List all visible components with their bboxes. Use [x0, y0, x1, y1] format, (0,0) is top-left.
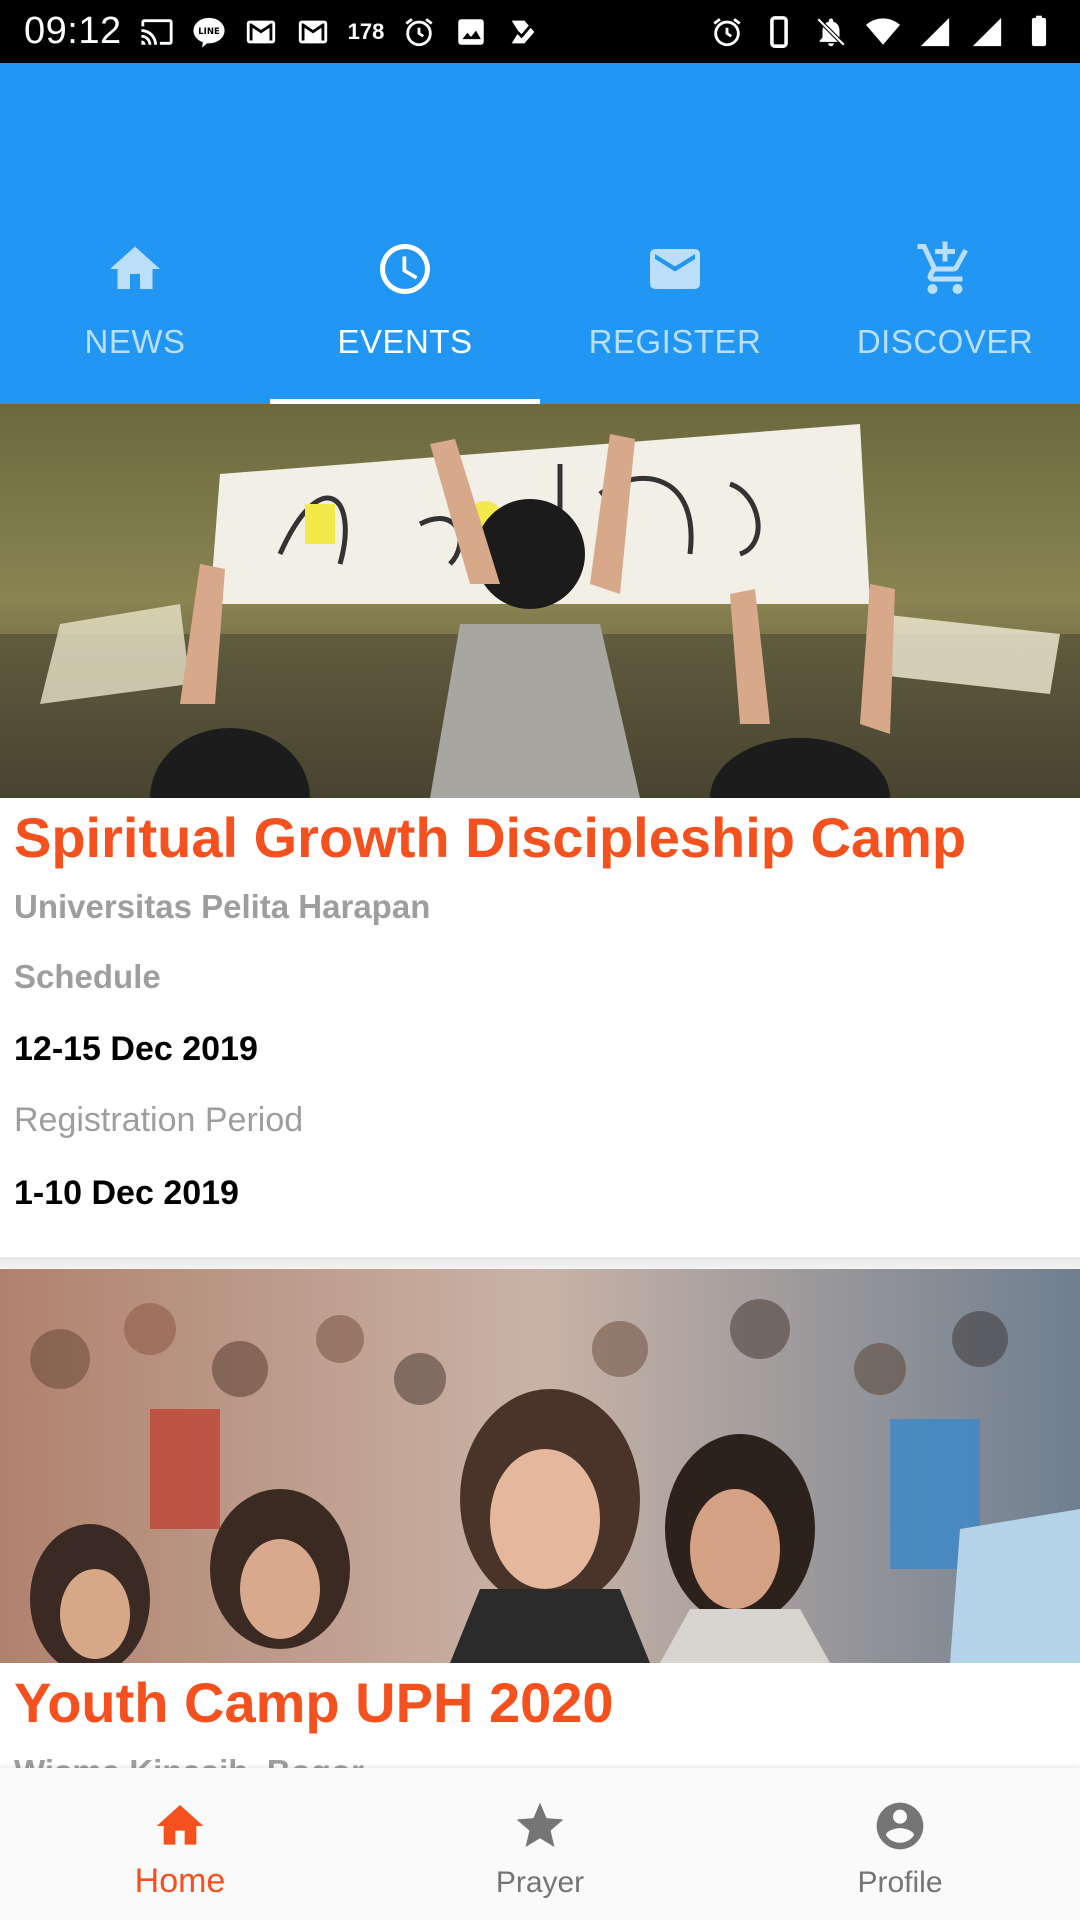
star-icon: [512, 1798, 568, 1854]
event-card[interactable]: Youth Camp UPH 2020 Wisma Kinasih, Bogor: [0, 1269, 1080, 1768]
banner-photo: [0, 404, 1080, 798]
event-venue: Universitas Pelita Harapan: [14, 888, 431, 925]
event-title[interactable]: Youth Camp UPH 2020: [14, 1663, 1066, 1739]
clock-icon: [375, 239, 435, 299]
line-icon: LINE: [192, 15, 226, 49]
check-icon: [506, 15, 540, 49]
app-header: NEWS EVENTS REGISTER DISCOVER: [0, 63, 1080, 404]
tab-label: NEWS: [84, 323, 186, 360]
schedule-label: Schedule: [14, 958, 161, 995]
events-list[interactable]: Spiritual Growth Discipleship Camp Unive…: [0, 404, 1080, 1768]
tab-discover[interactable]: DISCOVER: [810, 229, 1080, 404]
status-time: 09:12: [24, 10, 122, 52]
tab-label: DISCOVER: [856, 323, 1034, 360]
nav-label: Home: [134, 1862, 226, 1900]
bottom-navigation: Home Prayer Profile: [0, 1768, 1080, 1920]
nav-home[interactable]: Home: [0, 1768, 360, 1920]
notification-count: 178: [347, 18, 385, 44]
gmail-icon: [296, 15, 330, 49]
vibrate-icon: [762, 15, 796, 49]
tab-news[interactable]: NEWS: [0, 229, 270, 404]
tab-label: REGISTER: [588, 323, 762, 360]
mail-icon: [645, 239, 705, 299]
home-icon: [105, 239, 165, 299]
nav-profile[interactable]: Profile: [720, 1768, 1080, 1920]
top-tabs: NEWS EVENTS REGISTER DISCOVER: [0, 229, 1080, 404]
tab-register[interactable]: REGISTER: [540, 229, 810, 404]
schedule-value: 12-15 Dec 2019: [14, 1030, 258, 1068]
registration-label: Registration Period: [14, 1101, 304, 1139]
nav-label: Prayer: [495, 1866, 585, 1899]
nav-label: Profile: [857, 1866, 943, 1899]
account-icon: [872, 1798, 928, 1854]
event-venue: Wisma Kinasih, Bogor: [14, 1753, 1066, 1768]
event-card[interactable]: Spiritual Growth Discipleship Camp Unive…: [0, 404, 1080, 1269]
home-icon: [152, 1798, 208, 1854]
cast-icon: [140, 15, 174, 49]
event-title[interactable]: Spiritual Growth Discipleship Camp: [14, 798, 1066, 874]
card-divider: [0, 1257, 1080, 1269]
tab-events[interactable]: EVENTS: [270, 229, 540, 404]
gmail-icon: [244, 15, 278, 49]
mute-icon: [814, 15, 848, 49]
alarm-icon: [710, 15, 744, 49]
worship-crowd-photo: [0, 1269, 1080, 1663]
battery-icon: [1022, 15, 1056, 49]
cart-icon: [915, 239, 975, 299]
svg-text:LINE: LINE: [198, 27, 220, 37]
registration-value: 1-10 Dec 2019: [14, 1174, 239, 1212]
status-bar: 09:12 LINE 178: [0, 0, 1080, 63]
tab-label: EVENTS: [337, 323, 473, 360]
signal-icon: [918, 15, 952, 49]
image-icon: [454, 15, 488, 49]
signal-icon: [970, 15, 1004, 49]
alarm-icon: [402, 15, 436, 49]
nav-prayer[interactable]: Prayer: [360, 1768, 720, 1920]
wifi-icon: [866, 15, 900, 49]
